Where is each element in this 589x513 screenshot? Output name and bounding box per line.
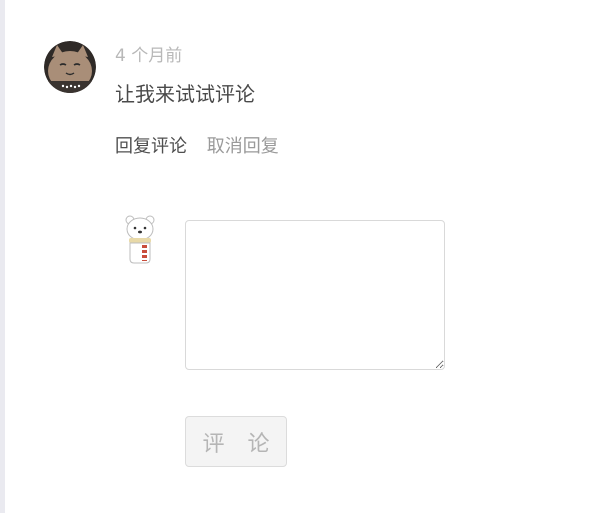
comment-section: 4 个月前 让我来试试评论 回复评论 取消回复 评 论	[0, 0, 589, 513]
polar-bear-avatar-icon	[121, 213, 159, 267]
left-border	[0, 0, 5, 513]
submit-comment-button[interactable]: 评 论	[185, 416, 287, 467]
comment-actions: 回复评论 取消回复	[115, 135, 279, 159]
cat-avatar-icon[interactable]	[44, 41, 96, 93]
reply-textarea[interactable]	[185, 220, 445, 370]
reply-comment-link[interactable]: 回复评论	[115, 136, 187, 157]
cancel-reply-link[interactable]: 取消回复	[207, 136, 279, 157]
comment-body: 让我来试试评论	[115, 82, 255, 106]
comment-timestamp: 4 个月前	[115, 46, 183, 66]
